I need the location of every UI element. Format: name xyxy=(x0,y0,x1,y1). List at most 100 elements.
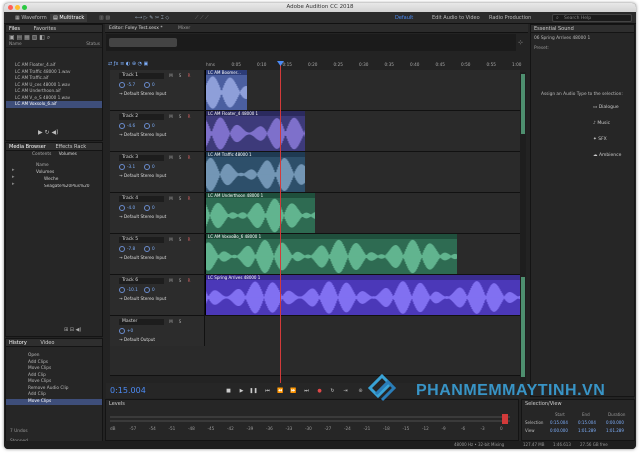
zoom-window-button[interactable] xyxy=(22,5,27,10)
volume-knob[interactable] xyxy=(119,205,125,211)
record-arm-button[interactable]: R xyxy=(186,196,192,202)
zoom-controls[interactable]: ⊕ xyxy=(356,388,365,395)
overview-options-icon[interactable]: ⊹ xyxy=(518,39,523,46)
files-col-status[interactable]: Status xyxy=(86,42,100,48)
volume-value[interactable]: -7.8 xyxy=(127,246,135,251)
tab-favorites[interactable]: Favorites xyxy=(34,26,57,32)
play-button[interactable]: ▶ xyxy=(237,388,246,395)
mute-button[interactable]: M xyxy=(168,196,174,202)
input-selector[interactable]: → Default Stereo Input xyxy=(119,173,179,178)
sv-view-duration[interactable]: 1:01.289 xyxy=(606,428,624,433)
es-music-button[interactable]: ♪ Music xyxy=(593,120,625,127)
files-col-name[interactable]: Name xyxy=(9,42,22,47)
pan-knob[interactable] xyxy=(144,164,150,170)
solo-button[interactable]: S xyxy=(177,196,183,202)
sv-selection-start[interactable]: 0:15.004 xyxy=(550,420,568,425)
record-arm-button[interactable]: R xyxy=(186,155,192,161)
pan-value[interactable]: 0 xyxy=(152,164,155,169)
pause-button[interactable]: ❚❚ xyxy=(249,388,258,395)
input-selector[interactable]: → Default Stereo Input xyxy=(119,132,179,137)
current-time-display[interactable]: 0:15.004 xyxy=(110,386,146,395)
record-button[interactable]: ● xyxy=(315,388,324,395)
timeline-ruler[interactable]: hms 0:05 0:10 0:15 0:20 0:25 0:30 0:35 0:40 0:45 0… xyxy=(204,60,522,68)
volume-knob[interactable] xyxy=(119,164,125,170)
track-header-toolbar[interactable]: ⇄ ƒx ≡ ◐ ⊕ ◔ ▣ xyxy=(108,60,204,68)
pan-knob[interactable] xyxy=(144,205,150,211)
volume-knob[interactable] xyxy=(119,123,125,129)
master-volume-value[interactable]: +0 xyxy=(127,328,133,333)
input-selector[interactable]: → Default Stereo Input xyxy=(119,91,179,96)
sv-view-end[interactable]: 1:01.289 xyxy=(578,428,596,433)
track-name-field[interactable]: Track 3 xyxy=(119,155,164,161)
overview-bar[interactable] xyxy=(106,34,516,51)
audio-clip[interactable]: LC AM Floater_4 48000 1 xyxy=(205,111,305,151)
record-arm-button[interactable]: R xyxy=(186,278,192,284)
rewind-button[interactable]: ⏪ xyxy=(276,388,285,395)
tab-media-browser[interactable]: Media Browser xyxy=(9,144,46,150)
sv-selection-duration[interactable]: 0:00.000 xyxy=(606,420,624,425)
stop-button[interactable]: ■ xyxy=(224,388,233,395)
media-footer-icons[interactable]: ⊞ ⊟ ◀) xyxy=(64,327,81,333)
workspace-default[interactable]: Default xyxy=(392,14,416,22)
pan-value[interactable]: 0 xyxy=(152,205,155,210)
mute-button[interactable]: M xyxy=(168,73,174,79)
track-name-field[interactable]: Track 4 xyxy=(119,196,164,202)
volume-knob[interactable] xyxy=(119,82,125,88)
solo-button[interactable]: S xyxy=(177,73,183,79)
input-selector[interactable]: → Default Stereo Input xyxy=(119,214,179,219)
master-mute-button[interactable]: M xyxy=(168,319,174,325)
volume-value[interactable]: -3.1 xyxy=(127,164,135,169)
track-name-field[interactable]: Track 5 xyxy=(119,237,164,243)
pan-knob[interactable] xyxy=(144,246,150,252)
master-name[interactable]: Master xyxy=(119,319,164,325)
master-solo-button[interactable]: S xyxy=(177,319,183,325)
track-name-field[interactable]: Track 1 xyxy=(119,73,164,79)
media-item-2[interactable]: Seagate%20Plus%20 xyxy=(44,184,104,189)
workspace-edit-audio-to-video[interactable]: Edit Audio to Video xyxy=(429,14,483,22)
tab-video[interactable]: Video xyxy=(40,340,54,346)
es-ambience-button[interactable]: ☁ Ambience xyxy=(593,152,625,159)
mute-button[interactable]: M xyxy=(168,278,174,284)
solo-button[interactable]: S xyxy=(177,237,183,243)
edit-tools[interactable]: ⟋ ⟋ ⟋ xyxy=(192,14,212,22)
solo-button[interactable]: S xyxy=(177,278,183,284)
pan-value[interactable]: 0 xyxy=(152,82,155,87)
audio-clip[interactable]: LC AM Boomer... xyxy=(205,70,247,110)
volume-value[interactable]: -5.7 xyxy=(127,82,135,87)
tab-files[interactable]: Files xyxy=(9,26,20,32)
pan-value[interactable]: 0 xyxy=(152,287,155,292)
mute-button[interactable]: M xyxy=(168,114,174,120)
zoom-navigator-handle[interactable] xyxy=(109,38,177,47)
pan-knob[interactable] xyxy=(144,123,150,129)
input-selector[interactable]: → Default Stereo Input xyxy=(119,296,179,301)
minimize-window-button[interactable] xyxy=(15,5,20,10)
clip-indicator[interactable] xyxy=(502,414,508,424)
view-toggles[interactable]: ▥ ▨ xyxy=(96,14,113,22)
input-selector[interactable]: → Default Stereo Input xyxy=(119,255,179,260)
audio-clip[interactable]: LC Spring Arrives 48000 1 xyxy=(205,275,520,315)
selection-tools[interactable]: ⟷ ▷ ✎ ✂ ⌶ ◇ xyxy=(132,14,172,22)
volume-knob[interactable] xyxy=(119,287,125,293)
close-window-button[interactable] xyxy=(8,5,13,10)
media-col-volumes[interactable]: Volumes xyxy=(59,152,77,157)
media-side-nav[interactable]: ▸ ▸ ▸ xyxy=(12,167,15,188)
essential-sound-tab[interactable]: Essential Sound xyxy=(531,25,634,33)
waveform-view-button[interactable]: ▦ Waveform xyxy=(12,14,50,22)
volume-knob[interactable] xyxy=(119,246,125,252)
loop-button[interactable]: ↻ xyxy=(328,388,337,395)
files-toolbar[interactable]: ▣ ▤ ▦ ▧ ◧ ⌕ xyxy=(6,33,102,42)
vertical-scroll-thumb[interactable] xyxy=(521,74,525,134)
solo-button[interactable]: S xyxy=(177,114,183,120)
track-name-field[interactable]: Track 2 xyxy=(119,114,164,120)
output-selector[interactable]: → Default Output xyxy=(119,337,179,342)
master-volume-knob[interactable] xyxy=(119,328,125,334)
tab-effects-rack[interactable]: Effects Rack xyxy=(55,144,86,150)
skip-selection-button[interactable]: ⇥ xyxy=(341,388,350,395)
sv-selection-end[interactable]: 0:15.004 xyxy=(578,420,596,425)
solo-button[interactable]: S xyxy=(177,155,183,161)
es-sfx-button[interactable]: ✦ SFX xyxy=(593,136,625,143)
pan-value[interactable]: 0 xyxy=(152,123,155,128)
mute-button[interactable]: M xyxy=(168,237,174,243)
file-item[interactable]: LC AM Voxsolo_6.aif xyxy=(6,101,102,108)
tab-editor[interactable]: Editor: Foley Test.sesx * xyxy=(109,25,163,32)
